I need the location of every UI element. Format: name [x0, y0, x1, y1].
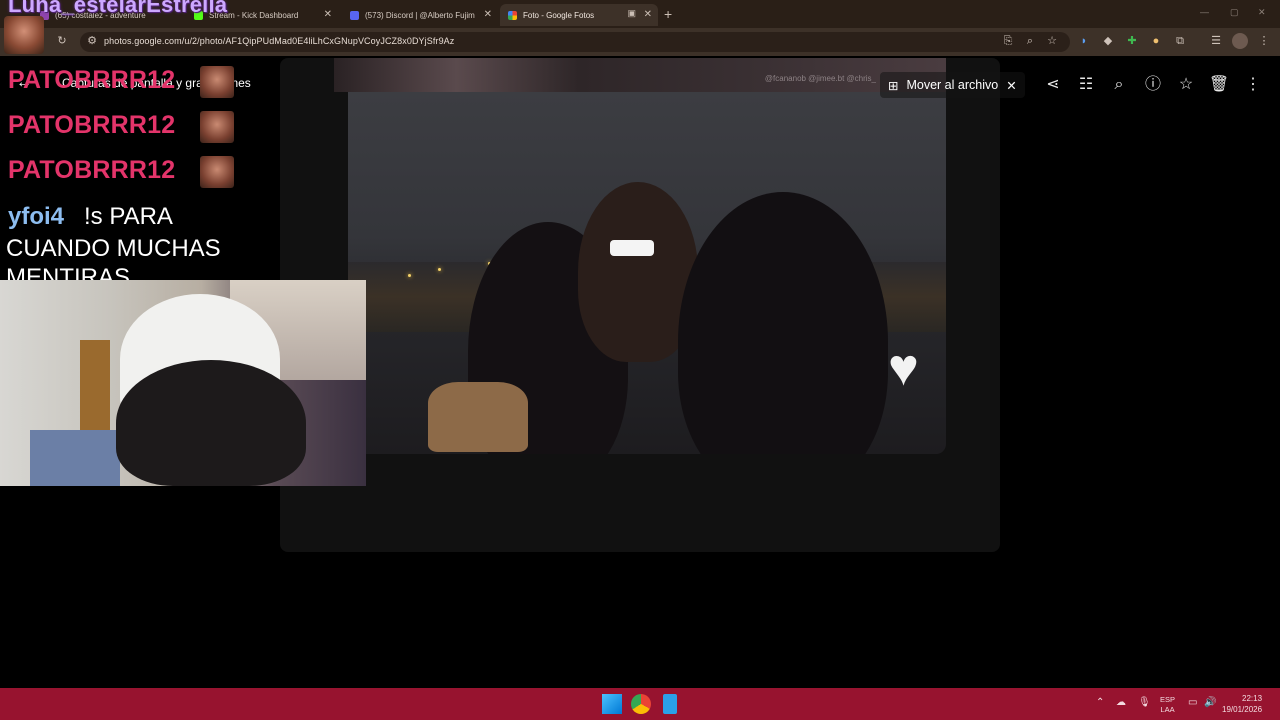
language-code: ESP: [1160, 695, 1176, 704]
heart-icon: ♥: [888, 339, 919, 397]
tab-label: (573) Discord | @Alberto Fujim: [365, 10, 475, 20]
browser-menu-icon[interactable]: ⋮: [1256, 33, 1272, 49]
chat-username: yfoi4: [8, 203, 65, 230]
window-close-icon[interactable]: ✕: [1258, 7, 1266, 18]
chrome-taskbar-icon[interactable]: [631, 694, 651, 714]
extension-egg-icon[interactable]: ●: [1148, 33, 1164, 49]
archive-label: Mover al archivo: [906, 78, 999, 92]
arm: [428, 382, 528, 452]
zoom-in-icon[interactable]: ⌕: [1108, 74, 1130, 96]
archive-icon: ⊞: [888, 78, 899, 93]
streamer-name-overlay: Luna_estelarEstrella: [8, 0, 228, 17]
notepad-taskbar-icon[interactable]: [663, 694, 677, 714]
zoom-icon[interactable]: ⌕: [1022, 33, 1038, 49]
microphone-icon[interactable]: 🎙: [1138, 697, 1151, 708]
city-light: [408, 274, 411, 277]
tab-close-icon[interactable]: ✕: [484, 9, 492, 20]
chat-username: PATOBRRR12: [8, 156, 176, 184]
tray-cloud-icon[interactable]: ☁: [1116, 697, 1126, 708]
webcam-overlay: [0, 280, 366, 486]
translate-extension-icon[interactable]: ◗: [1076, 33, 1092, 49]
tab-label: Foto - Google Fotos: [523, 10, 595, 20]
tab-close-icon[interactable]: ✕: [644, 9, 652, 20]
cast-icon[interactable]: ⎘: [1000, 33, 1016, 49]
network-icon[interactable]: ▭: [1188, 697, 1197, 708]
discord-favicon-icon: [350, 10, 359, 20]
taskbar-clock[interactable]: 22:13 19/01/2026: [1222, 693, 1262, 715]
chat-message: !s PARA: [84, 203, 173, 230]
url-text[interactable]: photos.google.com/u/2/photo/AF1QipPUdMad…: [104, 36, 454, 46]
reload-icon[interactable]: ↻: [54, 33, 70, 49]
photo-top-strip: @fcananob @jimee.bt @chris_: [334, 58, 946, 92]
clock-time: 22:13: [1242, 694, 1263, 703]
delete-icon[interactable]: 🗑: [1208, 74, 1230, 96]
tray-chevron-icon[interactable]: ⌃: [1096, 697, 1104, 708]
chat-emote-icon: [200, 66, 234, 98]
chat-emote-icon: [200, 156, 234, 188]
webcam-person: [116, 360, 306, 486]
maximize-icon[interactable]: ▢: [1230, 7, 1239, 18]
clock-date: 19/01/2026: [1222, 705, 1263, 714]
share-icon[interactable]: ⋖: [1042, 74, 1064, 96]
more-options-icon[interactable]: ⋮: [1242, 74, 1264, 96]
input-language[interactable]: ESP LAA: [1160, 695, 1175, 715]
volume-icon[interactable]: 🔊: [1204, 697, 1216, 708]
extensions-puzzle-icon[interactable]: ⧉: [1172, 33, 1188, 49]
picture-in-picture-icon[interactable]: ▣: [627, 8, 636, 19]
webcam-shelf: [30, 430, 120, 486]
extension-green-icon[interactable]: ✚: [1124, 33, 1140, 49]
move-to-archive-chip[interactable]: ⊞ Mover al archivo ✕: [880, 72, 1025, 98]
streamer-avatar: [4, 16, 44, 54]
edit-icon[interactable]: ☷: [1075, 74, 1097, 96]
webcam-door: [80, 340, 110, 440]
site-info-icon[interactable]: ⚙: [84, 33, 100, 49]
chat-message: CUANDO MUCHAS: [6, 235, 221, 262]
profile-avatar-icon[interactable]: [1232, 33, 1248, 49]
tab-close-icon[interactable]: ✕: [324, 9, 332, 20]
tab-google-photos[interactable]: Foto - Google Fotos ▣ ✕: [500, 4, 658, 26]
new-tab-icon[interactable]: +: [664, 6, 672, 22]
minimize-icon[interactable]: —: [1200, 7, 1209, 17]
sunglasses: [610, 240, 654, 256]
dismiss-icon[interactable]: ✕: [1006, 78, 1016, 93]
chat-username: PATOBRRR12: [8, 111, 176, 139]
person-right: [678, 192, 888, 454]
city-light: [438, 268, 441, 271]
start-windows-icon[interactable]: [602, 694, 622, 714]
chat-username: PATOBRRR12: [8, 66, 176, 94]
photo-image[interactable]: [348, 92, 946, 454]
tab-discord[interactable]: (573) Discord | @Alberto Fujim ✕: [342, 4, 498, 26]
chat-emote-icon: [200, 111, 234, 143]
keyboard-layout: LAA: [1160, 705, 1175, 714]
reading-list-icon[interactable]: ☰: [1208, 33, 1224, 49]
bookmark-star-icon[interactable]: ☆: [1044, 33, 1060, 49]
photo-watermark: @fcananob @jimee.bt @chris_: [764, 74, 876, 83]
extension-diamond-icon[interactable]: ◆: [1100, 33, 1116, 49]
favorite-star-icon[interactable]: ☆: [1175, 74, 1197, 96]
google-photos-favicon-icon: [508, 10, 517, 20]
info-icon[interactable]: ⓘ: [1142, 74, 1164, 96]
